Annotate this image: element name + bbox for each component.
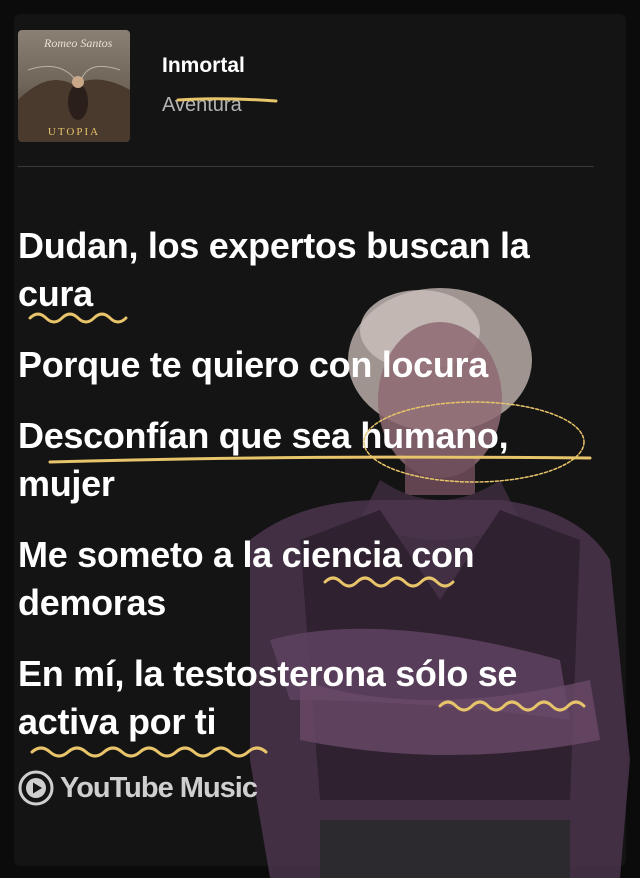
- album-art-caption: UTOPIA: [47, 126, 101, 138]
- song-artist[interactable]: Aventura: [162, 94, 242, 117]
- lyrics-block: Dudan, los expertos buscan la cura Porqu…: [18, 222, 598, 769]
- lyric-line: En mí, la testosterona sólo se activa po…: [18, 653, 518, 742]
- lyric-line: Desconfían que sea humano, mujer: [18, 415, 509, 504]
- play-circle-icon: [18, 770, 54, 806]
- album-art[interactable]: Romeo Santos UTOPIA: [18, 30, 130, 142]
- song-header: Romeo Santos UTOPIA Inmortal Aventura: [18, 30, 594, 142]
- lyric-line: Porque te quiero con locura: [18, 344, 488, 385]
- header-divider: [18, 166, 594, 167]
- brand-name: YouTube Music: [60, 771, 258, 804]
- youtube-music-brand[interactable]: YouTube Music: [18, 768, 258, 808]
- song-title[interactable]: Inmortal: [162, 54, 245, 78]
- lyric-line: Me someto a la ciencia con demoras: [18, 534, 475, 623]
- lyric-line: Dudan, los expertos buscan la cura: [18, 225, 530, 314]
- album-art-text: Romeo Santos: [44, 36, 113, 50]
